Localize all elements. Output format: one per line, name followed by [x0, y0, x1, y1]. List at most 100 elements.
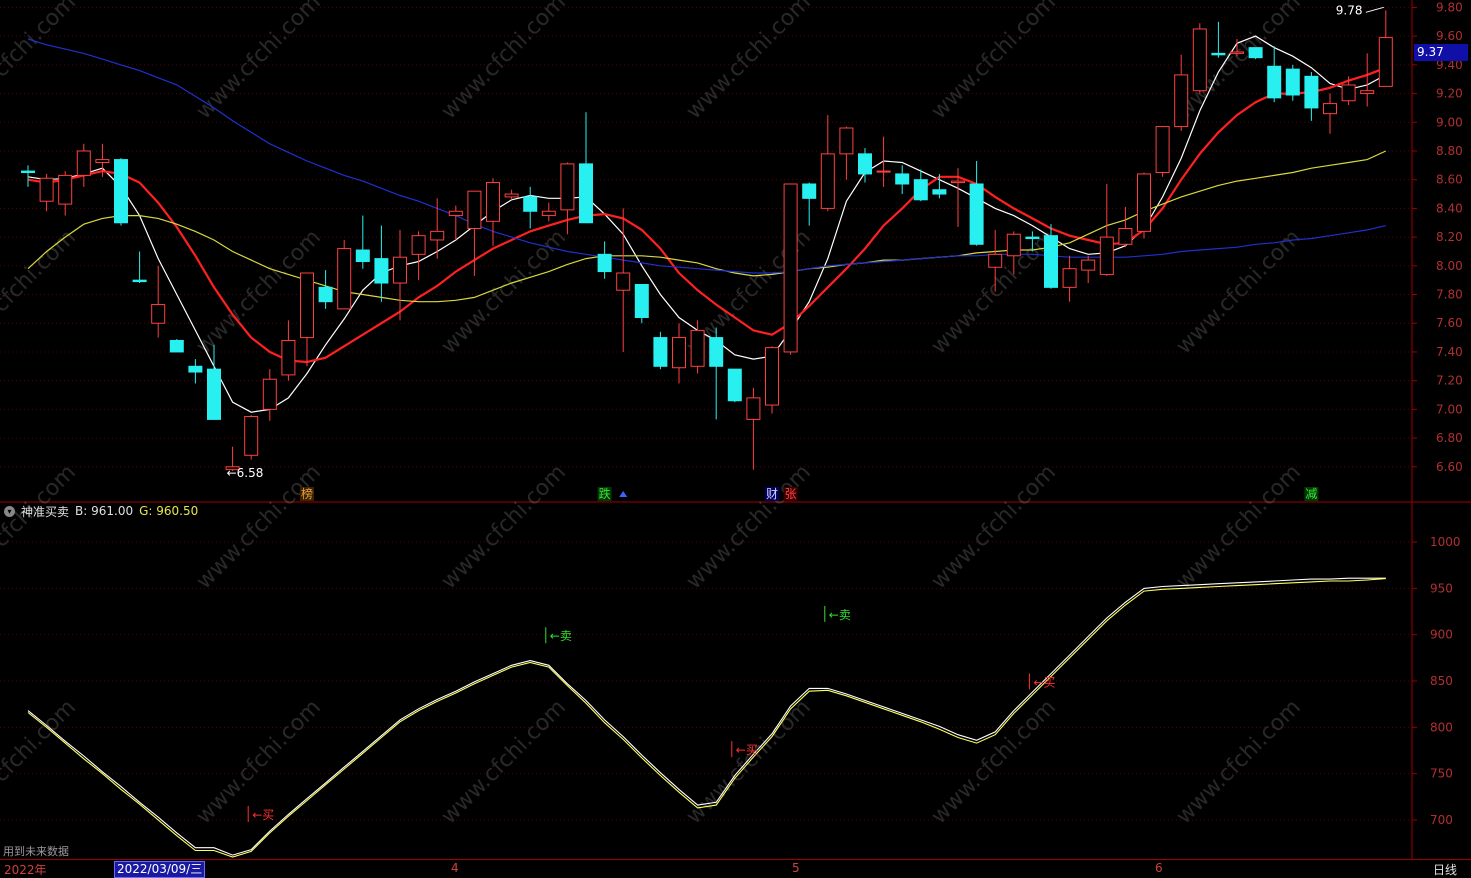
candle-body — [913, 179, 928, 201]
candle-body — [374, 258, 389, 284]
price-tick-label: 7.00 — [1436, 402, 1463, 416]
candle-body — [783, 183, 798, 353]
signal-label: ←买 — [252, 808, 274, 822]
candle-body — [58, 174, 73, 205]
indicator-b-value: B: 961.00 — [75, 504, 134, 518]
candle-body — [820, 153, 835, 209]
candle-body — [281, 339, 296, 376]
candle-body — [132, 279, 147, 283]
watermark-text: www.cfchi.com — [927, 225, 1061, 359]
candle-body — [1137, 173, 1151, 232]
candle-body — [448, 210, 463, 217]
candle-body — [541, 210, 556, 217]
candle-body — [895, 173, 910, 185]
candle-body — [839, 127, 854, 155]
candle-body — [634, 283, 649, 318]
event-marker: 张 — [785, 487, 797, 501]
indicator-title: 神准买卖 — [21, 504, 70, 519]
candle-body — [951, 180, 965, 184]
candle-body — [1155, 126, 1170, 174]
indicator-g-value: G: 960.50 — [139, 504, 199, 518]
candle-body — [672, 337, 686, 369]
price-tick-label: 7.60 — [1436, 316, 1463, 330]
up-arrow-icon — [619, 491, 628, 497]
watermark-text: www.cfchi.com — [682, 460, 816, 594]
candle-body — [560, 163, 575, 211]
watermark-text: www.cfchi.com — [1172, 225, 1306, 359]
candle-body — [318, 286, 333, 303]
candle-body — [746, 397, 761, 420]
event-marker: 榜 — [301, 486, 313, 501]
price-tick-label: 6.80 — [1436, 431, 1463, 445]
candle-body — [76, 150, 91, 176]
date-axis-bar[interactable]: 2022年 2022/03/09/三 4 5 6 日线 — [0, 859, 1471, 878]
moving-average-line — [27, 150, 1387, 303]
high-pointer — [1365, 6, 1384, 13]
candle-body — [355, 249, 370, 263]
candle-body — [1248, 47, 1263, 59]
candle-body — [523, 196, 538, 212]
watermark-text: www.cfchi.com — [0, 0, 81, 124]
indicator-tick-label: 900 — [1430, 628, 1453, 642]
candle-body — [1025, 236, 1040, 240]
candle-body — [1044, 235, 1058, 288]
candle-body — [969, 183, 984, 245]
price-tick-label: 7.40 — [1436, 345, 1463, 359]
indicator-tick-label: 800 — [1430, 720, 1453, 734]
candle-body — [988, 253, 1003, 268]
price-tick-label: 8.80 — [1436, 144, 1463, 158]
candle-body — [151, 304, 166, 324]
low-price-label: ←6.58 — [227, 466, 264, 480]
candle-body — [337, 248, 352, 310]
price-tick-label: 8.00 — [1436, 259, 1463, 273]
event-marker: 财 — [766, 487, 778, 501]
candle-body — [1230, 51, 1244, 54]
candle-body — [1192, 28, 1207, 92]
event-marker: 减 — [1305, 487, 1317, 501]
watermark-text: www.cfchi.com — [927, 695, 1061, 829]
chart-canvas[interactable]: www.cfchi.com www.cfchi.com www.cfchi.com w… — [0, 0, 1471, 877]
indicator-tick-label: 950 — [1430, 581, 1453, 595]
month-label-4: 4 — [451, 861, 459, 875]
price-tick-label: 8.20 — [1436, 230, 1463, 244]
candle-body — [262, 378, 277, 410]
event-marker: 跌 — [599, 486, 611, 501]
price-tick-label: 7.20 — [1436, 374, 1463, 388]
future-data-note: 用到未来数据 — [3, 845, 69, 858]
candle-body — [727, 368, 742, 402]
candle-body — [207, 368, 221, 420]
price-tick-label: 9.80 — [1436, 0, 1463, 14]
candle-body — [709, 337, 724, 367]
candle-body — [300, 272, 314, 339]
candle-body — [114, 159, 128, 224]
watermark-text: www.cfchi.com — [437, 460, 571, 594]
indicator-tick-label: 750 — [1430, 767, 1453, 781]
candle-body — [765, 347, 779, 406]
price-tick-label: 9.00 — [1436, 115, 1463, 129]
cursor-date: 2022/03/09/三 — [114, 861, 206, 878]
candle-body — [95, 159, 110, 163]
price-tick-label: 8.60 — [1436, 173, 1463, 187]
candle-body — [597, 253, 612, 273]
candle-body — [932, 189, 947, 195]
indicator-tick-label: 850 — [1430, 674, 1453, 688]
indicator-header[interactable]: ▾ 神准买卖 B: 961.00 G: 960.50 — [4, 503, 198, 519]
last-price-flag: 9.37 — [1414, 44, 1468, 61]
candle-body — [504, 193, 519, 198]
candle-body — [1006, 233, 1021, 257]
period-selector[interactable]: 日线 — [1433, 861, 1457, 878]
year-label: 2022年 — [4, 863, 47, 877]
candle-body — [244, 416, 259, 456]
candle-body — [1360, 90, 1375, 95]
candle-body — [393, 256, 407, 284]
watermark-text: www.cfchi.com — [0, 695, 81, 829]
price-tick-label: 6.60 — [1436, 460, 1463, 474]
chevron-down-icon[interactable]: ▾ — [4, 505, 15, 517]
candle-body — [188, 365, 203, 373]
candle-body — [1341, 84, 1356, 102]
month-label-5: 5 — [792, 861, 800, 875]
candle-body — [1378, 37, 1393, 87]
watermark-text: www.cfchi.com — [682, 0, 816, 124]
watermark-text: www.cfchi.com — [1172, 460, 1306, 594]
candle-body — [1285, 68, 1300, 96]
